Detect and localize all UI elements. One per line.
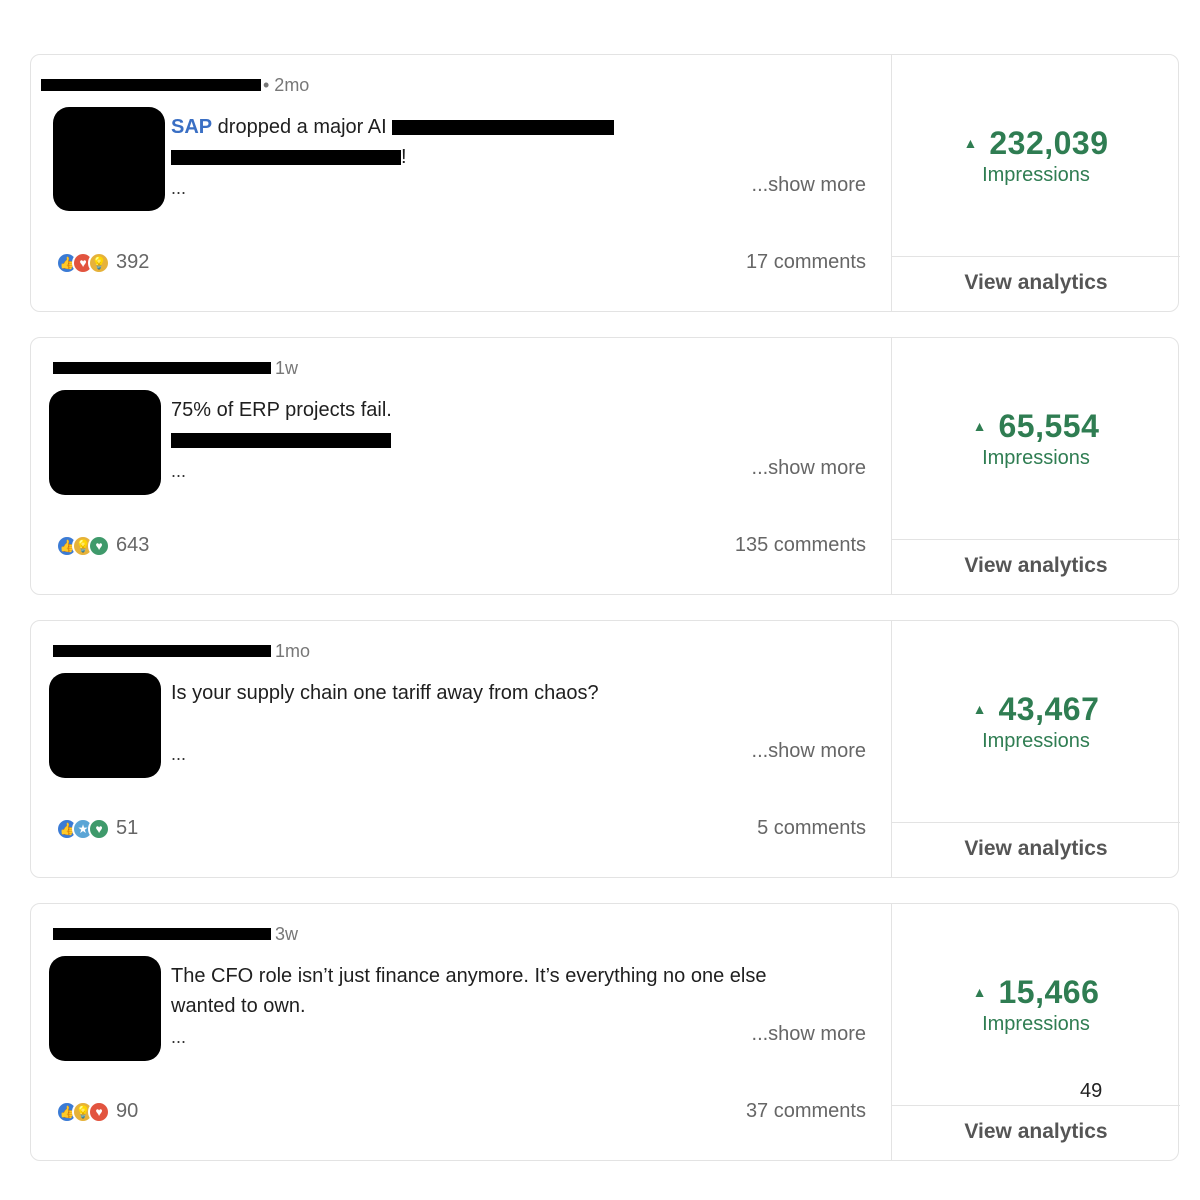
redacted-text [171,433,391,449]
impressions-block: ▲ 232,039 Impressions [892,55,1180,257]
redacted-author [53,362,271,374]
impressions-value: 232,039 [989,125,1109,161]
post-thumbnail[interactable] [49,390,161,495]
show-more-link[interactable]: ...show more [752,457,866,480]
reaction-count: 392 [116,251,150,273]
post-time: 1mo [275,641,311,661]
analytics-panel: ▲ 232,039 Impressions View analytics [891,55,1180,311]
impressions-value: 15,466 [998,974,1100,1010]
post-time: 3w [275,924,299,944]
brand-mention[interactable]: SAP [171,116,212,138]
impressions-label: Impressions [982,447,1090,469]
post-text[interactable]: SAP dropped a major AI ! [171,112,851,172]
post-time: • 2mo [263,75,310,95]
impressions-value: 43,467 [998,691,1100,727]
show-more-link[interactable]: ...show more [752,1023,866,1046]
impressions-block: ▲ 65,554 Impressions [892,338,1180,540]
analytics-panel: ▲ 43,467 Impressions View analytics [891,621,1180,877]
impressions-block: ▲ 43,467 Impressions [892,621,1180,823]
show-more-link[interactable]: ...show more [752,174,866,197]
reactions[interactable]: 👍 💡 ♥ 90 [56,1100,138,1123]
post-card: • 2mo SAP dropped a major AI ! ... ...sh… [30,54,1180,312]
redacted-author [41,79,261,91]
insightful-icon: 💡 [88,251,110,274]
reaction-count: 51 [116,817,139,839]
up-triangle-icon: ▲ [972,418,987,434]
comments-link[interactable]: 37 comments [746,1100,866,1123]
post-thumbnail[interactable] [49,956,161,1061]
post-time: 1w [275,358,299,378]
up-triangle-icon: ▲ [972,984,987,1000]
view-analytics-button[interactable]: View analytics [892,1120,1180,1144]
view-analytics-button[interactable]: View analytics [892,554,1180,578]
impressions-block: ▲ 15,466 Impressions [892,904,1180,1106]
post-ellipsis: ... [171,744,187,764]
post-ellipsis: ... [171,1027,187,1047]
post-thumbnail[interactable] [53,107,165,211]
impressions-value: 65,554 [998,408,1100,444]
comments-link[interactable]: 5 comments [757,817,866,840]
post-thumbnail[interactable] [49,673,161,778]
page-number: 49 [1080,1080,1103,1102]
post-card: 1mo Is your supply chain one tariff away… [30,620,1180,878]
support-icon: ♥ [88,817,110,840]
up-triangle-icon: ▲ [972,701,987,717]
redacted-author [53,645,271,657]
show-more-link[interactable]: ...show more [752,740,866,763]
post-ellipsis: ... [171,461,187,481]
reactions[interactable]: 👍 ★ ♥ 51 [56,817,138,840]
post-text[interactable]: 75% of ERP projects fail. [171,395,851,455]
post-content: 3w The CFO role isn’t just finance anymo… [31,904,891,1160]
comments-link[interactable]: 17 comments [746,251,866,274]
post-text[interactable]: Is your supply chain one tariff away fro… [171,678,851,708]
reactions[interactable]: 👍 ♥ 💡 392 [56,251,149,274]
reaction-count: 90 [116,1100,139,1122]
analytics-panel: ▲ 15,466 Impressions View analytics [891,904,1180,1160]
impressions-label: Impressions [982,1013,1090,1035]
view-analytics-button[interactable]: View analytics [892,271,1180,295]
redacted-author [53,928,271,940]
redacted-text [392,120,615,136]
post-content: 1mo Is your supply chain one tariff away… [31,621,891,877]
love-icon: ♥ [88,1100,110,1123]
post-content: 1w 75% of ERP projects fail. ... ...show… [31,338,891,594]
post-content: • 2mo SAP dropped a major AI ! ... ...sh… [31,55,891,311]
impressions-label: Impressions [982,730,1090,752]
post-card: 1w 75% of ERP projects fail. ... ...show… [30,337,1180,595]
post-text[interactable]: The CFO role isn’t just finance anymore.… [171,961,851,1021]
reactions[interactable]: 👍 💡 ♥ 643 [56,534,149,557]
post-ellipsis: ... [171,178,187,198]
up-triangle-icon: ▲ [963,135,978,151]
view-analytics-button[interactable]: View analytics [892,837,1180,861]
post-card: 3w The CFO role isn’t just finance anymo… [30,903,1180,1161]
impressions-label: Impressions [982,164,1090,186]
reaction-count: 643 [116,534,150,556]
analytics-panel: ▲ 65,554 Impressions View analytics [891,338,1180,594]
comments-link[interactable]: 135 comments [735,534,866,557]
redacted-text [171,150,401,166]
support-icon: ♥ [88,534,110,557]
